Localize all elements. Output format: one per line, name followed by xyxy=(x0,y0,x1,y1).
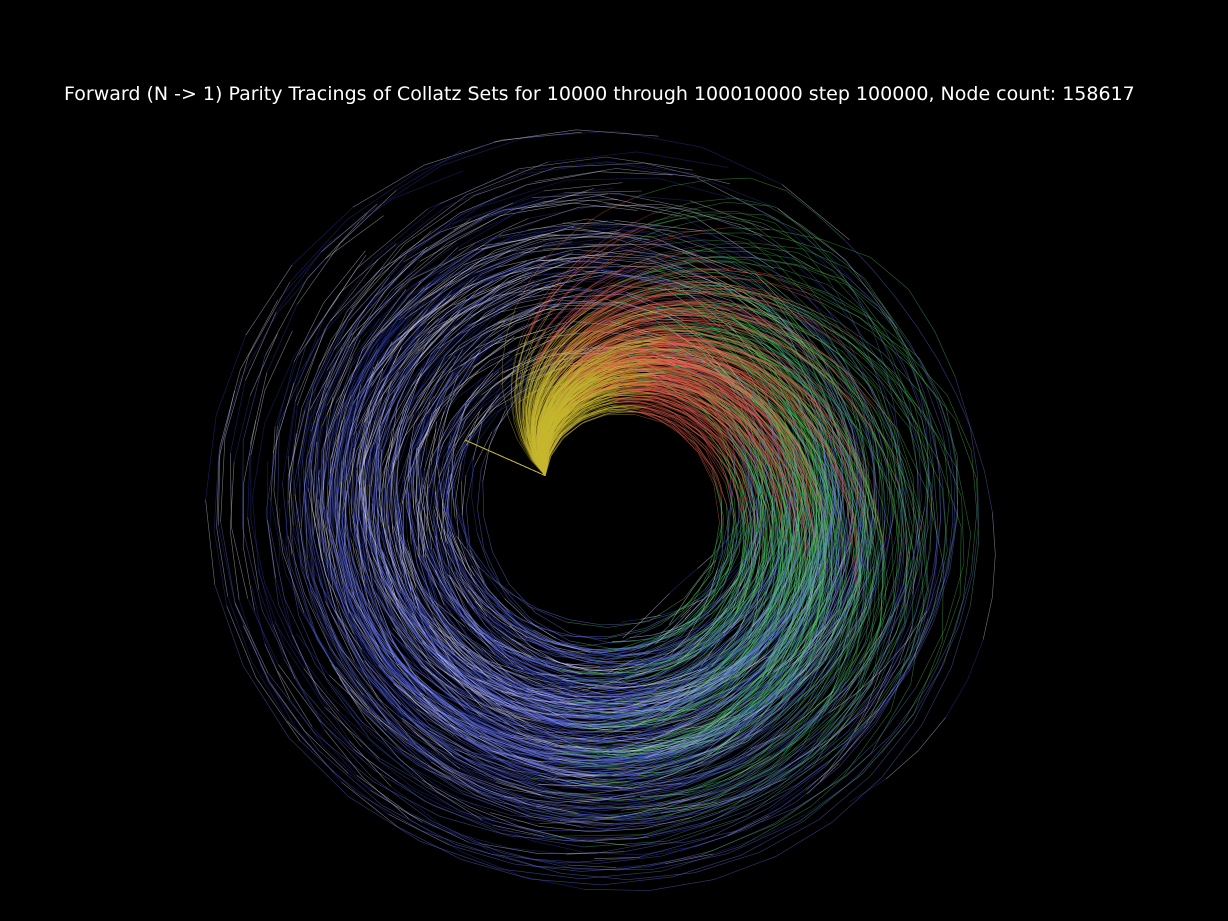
tracing-segment xyxy=(606,414,635,416)
tracing-segment xyxy=(673,423,696,445)
parity-tracings-plot xyxy=(205,129,996,891)
tracing-segment xyxy=(620,619,641,623)
tracing-segment xyxy=(520,244,604,254)
tracing-segment xyxy=(640,615,662,620)
figure: Forward (N -> 1) Parity Tracings of Coll… xyxy=(0,0,1228,921)
tracing-segment xyxy=(609,404,643,406)
tracing-segment xyxy=(401,296,445,347)
tracing-segment xyxy=(501,305,560,323)
tracing-segment xyxy=(461,474,467,515)
tracing-segment xyxy=(629,634,653,638)
tracing-segment xyxy=(473,431,493,467)
tracing-segment xyxy=(483,547,502,586)
tracing-segment xyxy=(471,497,478,533)
tracing-segment xyxy=(681,615,704,629)
tracing-segment xyxy=(610,627,646,637)
tracing-segment xyxy=(480,431,495,470)
tracing-segment xyxy=(624,624,661,641)
tracing-segment xyxy=(697,451,715,485)
tracing-segment xyxy=(569,619,602,626)
tracing-segment xyxy=(619,399,650,402)
tracing-strands xyxy=(205,129,996,891)
tracing-segment xyxy=(680,589,693,607)
tracing-segment xyxy=(341,318,380,381)
tracing-segment xyxy=(477,469,482,509)
tracing-segment xyxy=(465,466,475,507)
tracing-segment xyxy=(478,358,513,387)
tracing-segment xyxy=(537,608,570,620)
tracing-segment xyxy=(728,260,761,280)
tracing-segment xyxy=(647,411,674,425)
tracing-segment xyxy=(450,436,469,475)
tracing-segment xyxy=(561,635,604,640)
tracing-segment xyxy=(691,574,704,590)
tracing-segment xyxy=(877,477,881,517)
tracing-segment xyxy=(507,591,538,610)
